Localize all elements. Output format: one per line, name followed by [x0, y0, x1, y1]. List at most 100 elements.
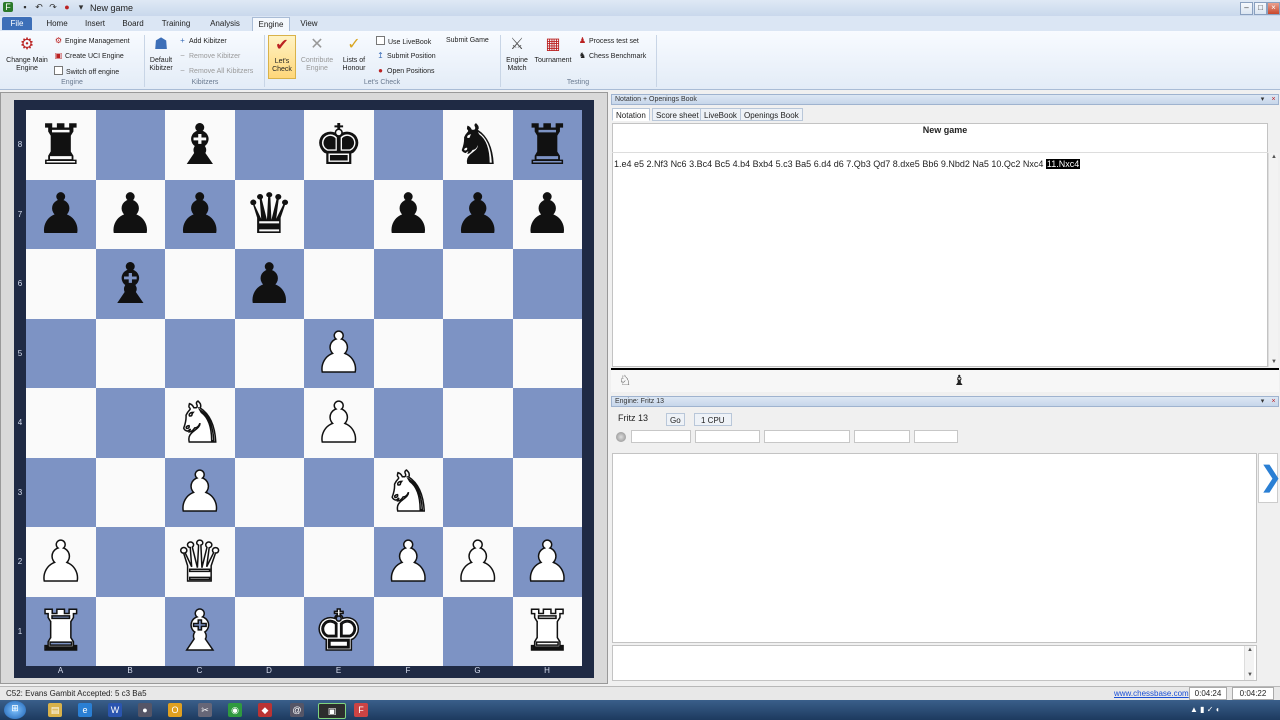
engine-scroll-up-icon[interactable]: ▲	[1245, 646, 1255, 655]
square-c2[interactable]: ♛	[165, 527, 235, 597]
square-b7[interactable]: ♟	[95, 179, 165, 249]
white-pawn-piece[interactable]: ♟	[313, 394, 365, 452]
square-h1[interactable]: ♜	[512, 596, 582, 666]
move[interactable]: Ba5	[795, 159, 814, 169]
square-a6[interactable]	[26, 249, 96, 319]
white-pawn-piece[interactable]: ♟	[382, 533, 434, 591]
tab-openings-book[interactable]: Openings Book	[740, 108, 803, 121]
redo-icon[interactable]: ↷	[48, 2, 58, 12]
black-knight-piece[interactable]: ♞	[453, 116, 503, 173]
square-g7[interactable]: ♟	[443, 179, 513, 249]
quick-access-icon[interactable]: ●	[62, 2, 72, 12]
remove-all-kibitzers-button[interactable]: − Remove All Kibitzers	[178, 66, 253, 76]
white-bishop-piece[interactable]: ♝	[174, 602, 226, 660]
square-b2[interactable]	[95, 527, 165, 597]
move[interactable]: 6.d4	[814, 159, 834, 169]
media-icon[interactable]: ●	[138, 703, 152, 717]
square-d6[interactable]: ♟	[234, 249, 304, 319]
switch-off-checkbox[interactable]	[54, 66, 63, 75]
open-positions-button[interactable]: ● Open Positions	[376, 66, 434, 76]
add-kibitzer-button[interactable]: + Add Kibitzer	[178, 36, 227, 46]
white-pawn-piece[interactable]: ♟	[313, 324, 365, 382]
square-e3[interactable]	[304, 457, 374, 527]
black-pawn-piece[interactable]: ♟	[383, 186, 433, 242]
engine-scrollbar[interactable]: ▲ ▼	[1244, 646, 1254, 680]
square-b6[interactable]: ♝	[95, 249, 165, 319]
app-icon[interactable]: ◆	[258, 703, 272, 717]
white-queen-piece[interactable]: ♛	[174, 533, 226, 591]
square-c3[interactable]: ♟	[165, 457, 235, 527]
move[interactable]: 2.Nf3	[647, 159, 671, 169]
tab-notation[interactable]: Notation	[612, 108, 650, 121]
square-h5[interactable]	[512, 318, 582, 388]
tab-score-sheet[interactable]: Score sheet	[652, 108, 703, 121]
black-pawn-piece[interactable]: ♟	[105, 186, 155, 242]
chessbase-link[interactable]: www.chessbase.com	[1114, 689, 1189, 698]
engine-scroll-down-icon[interactable]: ▼	[1245, 671, 1255, 680]
create-uci-engine-button[interactable]: ▣ Create UCI Engine	[54, 51, 124, 61]
black-pawn-piece[interactable]: ♟	[175, 186, 225, 242]
contribute-engine-button[interactable]: ✕ Contribute Engine	[298, 35, 336, 73]
black-bishop-piece[interactable]: ♝	[105, 255, 155, 312]
undo-icon[interactable]: ↶	[34, 2, 44, 12]
maximize-button[interactable]: □	[1254, 2, 1267, 15]
nvidia-icon[interactable]: ▣	[318, 703, 346, 719]
square-g3[interactable]	[443, 457, 513, 527]
square-e2[interactable]	[304, 527, 374, 597]
square-d7[interactable]: ♛	[234, 179, 304, 249]
white-rook-piece[interactable]: ♜	[521, 602, 573, 660]
white-pawn-piece[interactable]: ♟	[452, 533, 504, 591]
scroll-up-icon[interactable]: ▲	[1269, 153, 1279, 162]
square-e8[interactable]: ♚	[304, 110, 374, 180]
move[interactable]: 7.Qb3	[846, 159, 873, 169]
close-button[interactable]: ×	[1267, 2, 1280, 15]
chrome-icon[interactable]: ◉	[228, 703, 242, 717]
square-h4[interactable]	[512, 388, 582, 458]
tab-file[interactable]: File	[2, 17, 32, 30]
black-queen-piece[interactable]: ♛	[244, 186, 294, 242]
move[interactable]: 1.e4	[614, 159, 634, 169]
engine-output[interactable]	[612, 453, 1257, 643]
square-h2[interactable]: ♟	[512, 527, 582, 597]
square-d2[interactable]	[234, 527, 304, 597]
square-b5[interactable]	[95, 318, 165, 388]
move[interactable]: 3.Bc4	[689, 159, 715, 169]
tab-board[interactable]: Board	[116, 17, 150, 30]
engine-expand-icon[interactable]: ❯	[1258, 453, 1280, 503]
use-livebook-toggle[interactable]: Use LiveBook	[376, 36, 431, 46]
square-g4[interactable]	[443, 388, 513, 458]
tab-engine[interactable]: Engine	[252, 17, 290, 31]
square-c5[interactable]	[165, 318, 235, 388]
square-d3[interactable]	[234, 457, 304, 527]
panel-menu-icon[interactable]: ▾	[1258, 95, 1267, 104]
engine-match-button[interactable]: ⚔ Engine Match	[503, 35, 531, 73]
white-knight-piece[interactable]: ♞	[382, 463, 434, 521]
square-c4[interactable]: ♞	[165, 388, 235, 458]
square-a2[interactable]: ♟	[26, 527, 96, 597]
knight-toolbar-icon[interactable]: ♘	[619, 372, 632, 389]
move[interactable]: Bxb4	[753, 159, 776, 169]
white-pawn-piece[interactable]: ♟	[521, 533, 573, 591]
white-pawn-piece[interactable]: ♟	[35, 533, 87, 591]
white-pawn-piece[interactable]: ♟	[174, 463, 226, 521]
black-pawn-piece[interactable]: ♟	[453, 186, 503, 242]
change-main-engine-button[interactable]: ⚙ Change Main Engine	[4, 35, 50, 73]
move[interactable]: Bc5	[715, 159, 733, 169]
black-king-piece[interactable]: ♚	[314, 116, 364, 173]
square-f8[interactable]	[373, 110, 443, 180]
submit-game-button[interactable]: Submit Game	[446, 36, 489, 46]
black-pawn-piece[interactable]: ♟	[244, 255, 294, 312]
engine-lines-area[interactable]	[612, 645, 1257, 681]
move-list[interactable]: 1.e4 e5 2.Nf3 Nc6 3.Bc4 Bc5 4.b4 Bxb4 5.…	[614, 158, 1081, 170]
fritz-task-icon[interactable]: F	[354, 703, 368, 717]
cpu-button[interactable]: 1 CPU	[694, 413, 732, 426]
lets-check-button[interactable]: ✔ Let's Check	[268, 35, 296, 79]
square-b3[interactable]	[95, 457, 165, 527]
tab-view[interactable]: View	[294, 17, 324, 30]
engine-panel-menu-icon[interactable]: ▾	[1258, 397, 1267, 406]
square-g8[interactable]: ♞	[443, 110, 513, 180]
tab-livebook[interactable]: LiveBook	[700, 108, 741, 121]
engine-panel-close-icon[interactable]: ×	[1269, 397, 1278, 406]
start-orb-icon[interactable]: ⊞	[4, 701, 26, 719]
black-pawn-piece[interactable]: ♟	[522, 186, 572, 242]
